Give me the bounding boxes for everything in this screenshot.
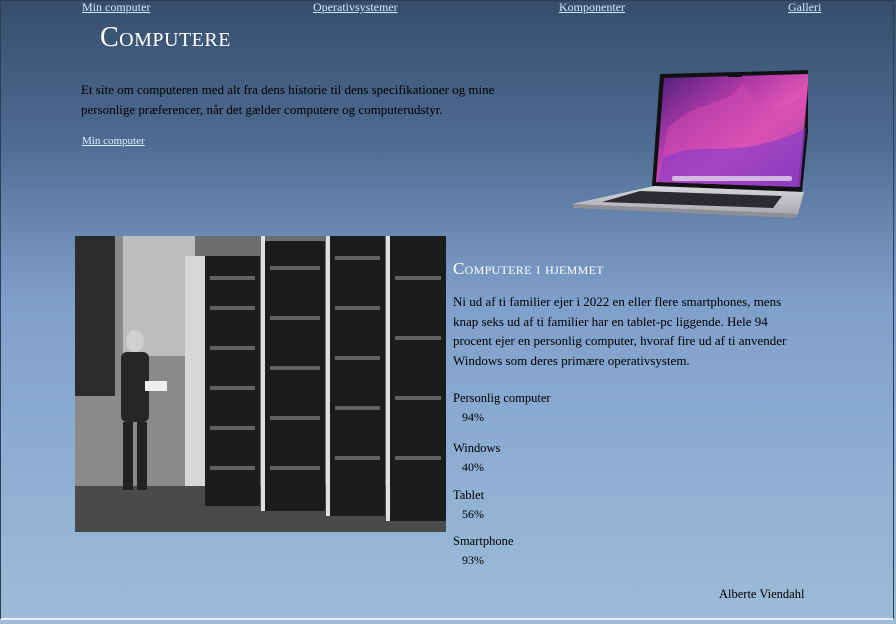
min-computer-link[interactable]: Min computer <box>82 135 145 147</box>
stat-tablet: Tablet 56% <box>453 488 653 522</box>
stat-value: 56% <box>462 507 484 521</box>
stat-windows: Windows 40% <box>453 441 653 475</box>
stat-label: Personlig computer <box>453 391 551 405</box>
author-name: Alberte Viendahl <box>719 587 805 601</box>
stat-label: Tablet <box>453 488 485 502</box>
stat-smartphone: Smartphone 93% <box>453 534 653 568</box>
nav-link-operativsystemer[interactable]: Operativsystemer <box>313 0 398 15</box>
nav-link-min-computer[interactable]: Min computer <box>82 0 150 15</box>
stat-label: Smartphone <box>453 534 514 548</box>
stat-personal-computer: Personlig computer 94% <box>453 391 653 425</box>
stat-value: 94% <box>462 410 484 424</box>
section-text: Ni ud af ti familier ejer i 2022 en elle… <box>453 294 787 368</box>
stat-label: Windows <box>453 441 501 455</box>
vintage-computer-photo <box>75 236 446 532</box>
stat-value: 93% <box>462 553 484 567</box>
nav-link-galleri[interactable]: Galleri <box>788 0 821 15</box>
nav-link-komponenter[interactable]: Komponenter <box>559 0 625 15</box>
section-title: Computere i hjemmet <box>453 259 604 278</box>
laptop-image <box>572 70 808 218</box>
stat-value: 40% <box>462 460 484 474</box>
page-title: Computere <box>100 22 231 53</box>
intro-text: Et site om computeren med alt fra dens h… <box>81 82 495 117</box>
